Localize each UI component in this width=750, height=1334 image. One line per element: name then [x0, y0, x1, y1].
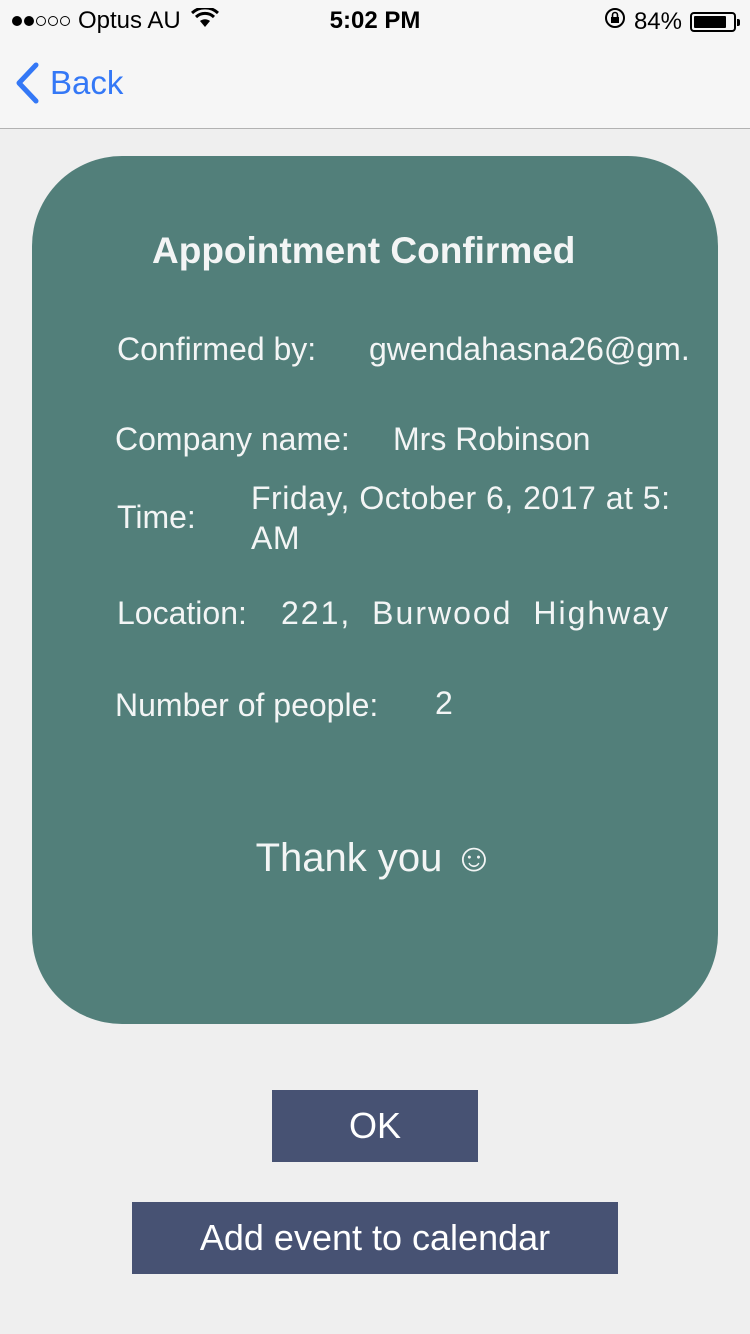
- back-button[interactable]: Back: [14, 62, 123, 104]
- number-of-people-value: 2: [435, 685, 453, 721]
- time-value-line2: AM: [251, 520, 300, 556]
- thank-you-message: Thank you ☺: [255, 836, 495, 880]
- battery-icon: [690, 11, 740, 32]
- location-value: 221, Burwood Highway: [281, 595, 671, 631]
- confirmed-by-label: Confirmed by:: [117, 331, 317, 367]
- confirmed-by-value: gwendahasna26@gm.: [369, 331, 690, 367]
- add-to-calendar-button[interactable]: Add event to calendar: [132, 1202, 618, 1274]
- navigation-bar: Back: [0, 40, 750, 129]
- battery-percent: 84%: [633, 7, 682, 35]
- ok-button[interactable]: OK: [272, 1090, 478, 1162]
- time-label: Time:: [117, 499, 196, 535]
- chevron-left-icon: [16, 62, 39, 104]
- confirmation-card: Appointment Confirmed Confirmed by: gwen…: [32, 156, 718, 1024]
- time-value-line1: Friday, October 6, 2017 at 5:: [251, 480, 671, 516]
- status-right: 84%: [604, 7, 740, 36]
- back-label: Back: [50, 64, 124, 101]
- status-bar: Optus AU 5:02 PM 84%: [0, 0, 750, 40]
- card-title: Appointment Confirmed: [152, 230, 576, 271]
- location-label: Location:: [117, 595, 247, 631]
- time-value: Friday, October 6, 2017 at 5: AM: [251, 478, 718, 558]
- company-name-value: Mrs Robinson: [393, 421, 591, 457]
- orientation-lock-icon: [604, 7, 626, 36]
- number-of-people-label: Number of people:: [115, 687, 379, 723]
- company-name-label: Company name:: [115, 421, 350, 457]
